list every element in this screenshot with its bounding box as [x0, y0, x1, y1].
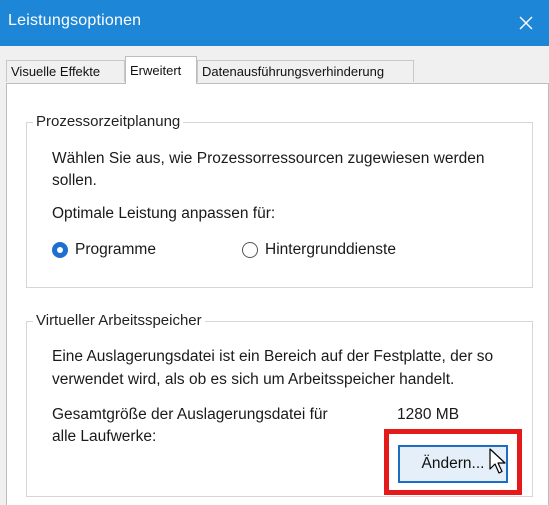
title-bar: Leistungsoptionen	[0, 0, 549, 46]
tab-visual-effects[interactable]: Visuelle Effekte	[6, 60, 125, 82]
radio-programs-label[interactable]: Programme	[75, 239, 156, 261]
total-size-label-line2: alle Laufwerke:	[52, 428, 157, 445]
radio-background-services[interactable]	[242, 242, 258, 258]
total-size-label-line1: Gesamtgröße der Auslagerungsdatei für	[52, 406, 328, 423]
close-button[interactable]	[503, 0, 549, 46]
virtual-memory-title: Virtueller Arbeitsspeicher	[33, 312, 205, 329]
tab-bar: Visuelle Effekte Erweitert Datenausführu…	[0, 46, 549, 84]
radio-background-services-label[interactable]: Hintergrunddienste	[265, 239, 396, 261]
total-size-value: 1280 MB	[397, 406, 460, 423]
radio-programs[interactable]	[52, 242, 68, 258]
tab-advanced[interactable]: Erweitert	[125, 56, 197, 84]
mouse-pointer-icon	[489, 448, 506, 474]
optimize-label: Optimale Leistung anpassen für:	[52, 205, 276, 222]
processor-description-line2: sollen.	[52, 172, 97, 189]
window-title: Leistungsoptionen	[8, 12, 142, 29]
processor-scheduling-title: Prozessorzeitplanung	[33, 113, 184, 130]
tab-data-execution-prevention[interactable]: Datenausführungsverhinderung	[197, 60, 414, 82]
close-icon	[519, 16, 533, 30]
processor-description-line1: Wählen Sie aus, wie Prozessorressourcen …	[52, 150, 485, 167]
virtual-memory-description-line2: verwendet wird, als ob es sich um Arbeit…	[52, 371, 455, 388]
performance-options-window: Leistungsoptionen Visuelle Effekte Erwei…	[0, 0, 549, 505]
virtual-memory-description-line1: Eine Auslagerungsdatei ist ein Bereich a…	[52, 348, 494, 365]
